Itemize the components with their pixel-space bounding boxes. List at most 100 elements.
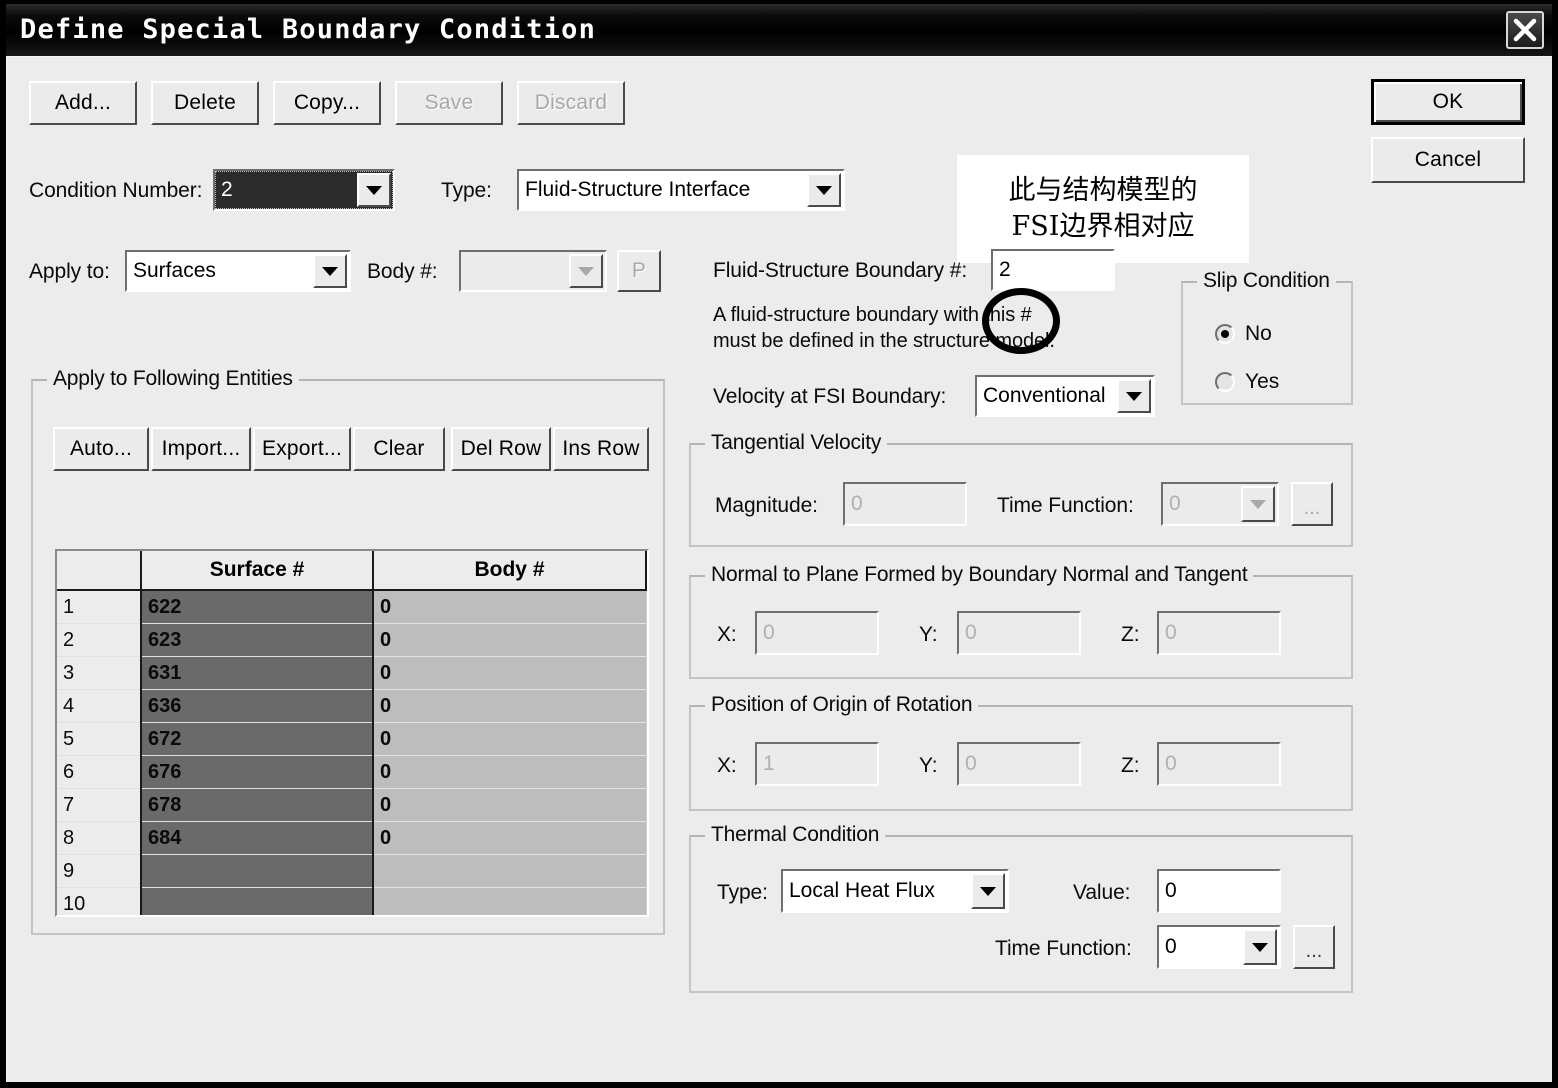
fsi-hint-line-2: must be defined in the structure model. [713, 330, 1055, 352]
ins-row-button-label: Ins Row [562, 437, 640, 460]
thermal-browse-button[interactable]: ... [1293, 925, 1335, 969]
table-row[interactable]: 1 622 0 [57, 590, 646, 624]
slip-condition-no-radio[interactable]: No [1215, 322, 1272, 346]
export-button[interactable]: Export... [253, 427, 351, 471]
table-cell-index: 1 [57, 590, 142, 624]
slip-condition-yes-label: Yes [1245, 370, 1280, 393]
table-row[interactable]: 9 [57, 854, 646, 888]
table-cell-index: 6 [57, 755, 142, 789]
tangential-browse-button: ... [1291, 482, 1333, 526]
table-row[interactable]: 8 684 0 [57, 821, 646, 855]
copy-button[interactable]: Copy... [273, 81, 381, 125]
entities-table[interactable]: Surface # Body # 1 622 0 2 623 0 3 631 0 4 636 0 5 67… [55, 549, 649, 917]
slip-condition-no-label: No [1245, 322, 1272, 345]
table-cell-body[interactable]: 0 [373, 722, 646, 756]
table-cell-body[interactable]: 0 [373, 821, 646, 855]
import-button[interactable]: Import... [151, 427, 251, 471]
annotation-note: 此与结构模型的 FSI边界相对应 [957, 155, 1249, 263]
thermal-browse-label: ... [1305, 940, 1323, 962]
table-cell-body[interactable]: 0 [373, 623, 646, 657]
table-cell-index: 3 [57, 656, 142, 690]
table-row[interactable]: 6 676 0 [57, 755, 646, 789]
export-button-label: Export... [262, 437, 342, 460]
ins-row-button[interactable]: Ins Row [553, 427, 649, 471]
table-row[interactable]: 3 631 0 [57, 656, 646, 690]
table-row[interactable]: 4 636 0 [57, 689, 646, 723]
discard-button-label: Discard [534, 91, 608, 114]
window-title: Define Special Boundary Condition [20, 14, 597, 45]
origin-rotation-y-input: 0 [957, 742, 1081, 786]
table-cell-surface[interactable]: 678 [141, 788, 374, 822]
apply-to-combo[interactable]: Surfaces [125, 250, 351, 292]
copy-button-label: Copy... [293, 91, 361, 114]
table-cell-surface[interactable]: 684 [141, 821, 374, 855]
table-cell-body[interactable]: 0 [373, 656, 646, 690]
chevron-down-icon[interactable] [357, 173, 391, 207]
delete-button-label: Delete [174, 91, 236, 114]
table-cell-surface[interactable]: 672 [141, 722, 374, 756]
clear-button[interactable]: Clear [353, 427, 445, 471]
del-row-button[interactable]: Del Row [451, 427, 551, 471]
body-number-combo [459, 250, 607, 292]
table-cell-body[interactable]: 0 [373, 755, 646, 789]
table-row[interactable]: 2 623 0 [57, 623, 646, 657]
table-header-row: Surface # Body # [57, 551, 647, 591]
table-cell-body[interactable]: 0 [373, 788, 646, 822]
table-row[interactable]: 5 672 0 [57, 722, 646, 756]
auto-button[interactable]: Auto... [53, 427, 149, 471]
normal-plane-y-input: 0 [957, 611, 1081, 655]
normal-plane-y-label: Y: [919, 623, 938, 646]
chevron-down-icon[interactable] [1117, 379, 1151, 413]
chevron-down-icon[interactable] [971, 873, 1005, 909]
tangential-time-function-label: Time Function: [997, 494, 1134, 517]
normal-plane-x-value: 0 [763, 621, 775, 644]
table-cell-body[interactable] [373, 887, 646, 915]
table-col-index [57, 551, 142, 591]
table-cell-body[interactable] [373, 854, 646, 888]
chevron-down-icon[interactable] [313, 254, 347, 288]
slip-condition-yes-radio[interactable]: Yes [1215, 370, 1279, 394]
table-cell-index: 5 [57, 722, 142, 756]
table-cell-surface[interactable] [141, 854, 374, 888]
normal-plane-z-input: 0 [1157, 611, 1281, 655]
thermal-condition-group: Thermal Condition [689, 823, 1353, 993]
fsi-boundary-input[interactable]: 2 [991, 249, 1115, 291]
origin-rotation-z-value: 0 [1165, 752, 1177, 775]
origin-rotation-x-value: 1 [763, 752, 775, 775]
table-cell-surface[interactable]: 622 [141, 590, 374, 624]
chevron-down-icon[interactable] [1243, 929, 1277, 965]
table-cell-index: 9 [57, 854, 142, 888]
table-cell-body[interactable]: 0 [373, 689, 646, 723]
thermal-type-label: Type: [717, 881, 768, 904]
apply-entities-group-title: Apply to Following Entities [47, 367, 299, 391]
dialog-client-area: Add... Delete Copy... Save Discard OK Ca… [6, 56, 1552, 1082]
ok-button[interactable]: OK [1371, 79, 1525, 125]
thermal-value-input[interactable]: 0 [1157, 869, 1281, 913]
dialog-window: Define Special Boundary Condition Add...… [0, 0, 1558, 1088]
type-combo[interactable]: Fluid-Structure Interface [517, 169, 845, 211]
chevron-down-icon[interactable] [807, 173, 841, 207]
table-row[interactable]: 10 [57, 887, 646, 915]
delete-button[interactable]: Delete [151, 81, 259, 125]
annotation-line-2: FSI边界相对应 [1011, 211, 1195, 242]
table-cell-surface[interactable]: 636 [141, 689, 374, 723]
table-cell-surface[interactable]: 631 [141, 656, 374, 690]
table-cell-surface[interactable]: 623 [141, 623, 374, 657]
thermal-type-combo[interactable]: Local Heat Flux [781, 869, 1009, 913]
table-cell-body[interactable]: 0 [373, 590, 646, 624]
table-cell-surface[interactable]: 676 [141, 755, 374, 789]
table-row[interactable]: 7 678 0 [57, 788, 646, 822]
add-button[interactable]: Add... [29, 81, 137, 125]
normal-plane-z-label: Z: [1121, 623, 1140, 646]
cancel-button[interactable]: Cancel [1371, 137, 1525, 183]
origin-rotation-y-value: 0 [965, 752, 977, 775]
velocity-fsi-combo[interactable]: Conventional [975, 375, 1155, 417]
condition-number-label: Condition Number: [29, 179, 203, 202]
condition-number-combo[interactable]: 2 [213, 169, 395, 211]
table-cell-surface[interactable] [141, 887, 374, 915]
tangential-time-function-combo: 0 [1161, 482, 1279, 526]
close-icon[interactable] [1506, 11, 1544, 49]
thermal-time-function-combo[interactable]: 0 [1157, 925, 1281, 969]
radio-icon [1215, 324, 1235, 344]
tangential-time-function-value: 0 [1169, 492, 1181, 515]
